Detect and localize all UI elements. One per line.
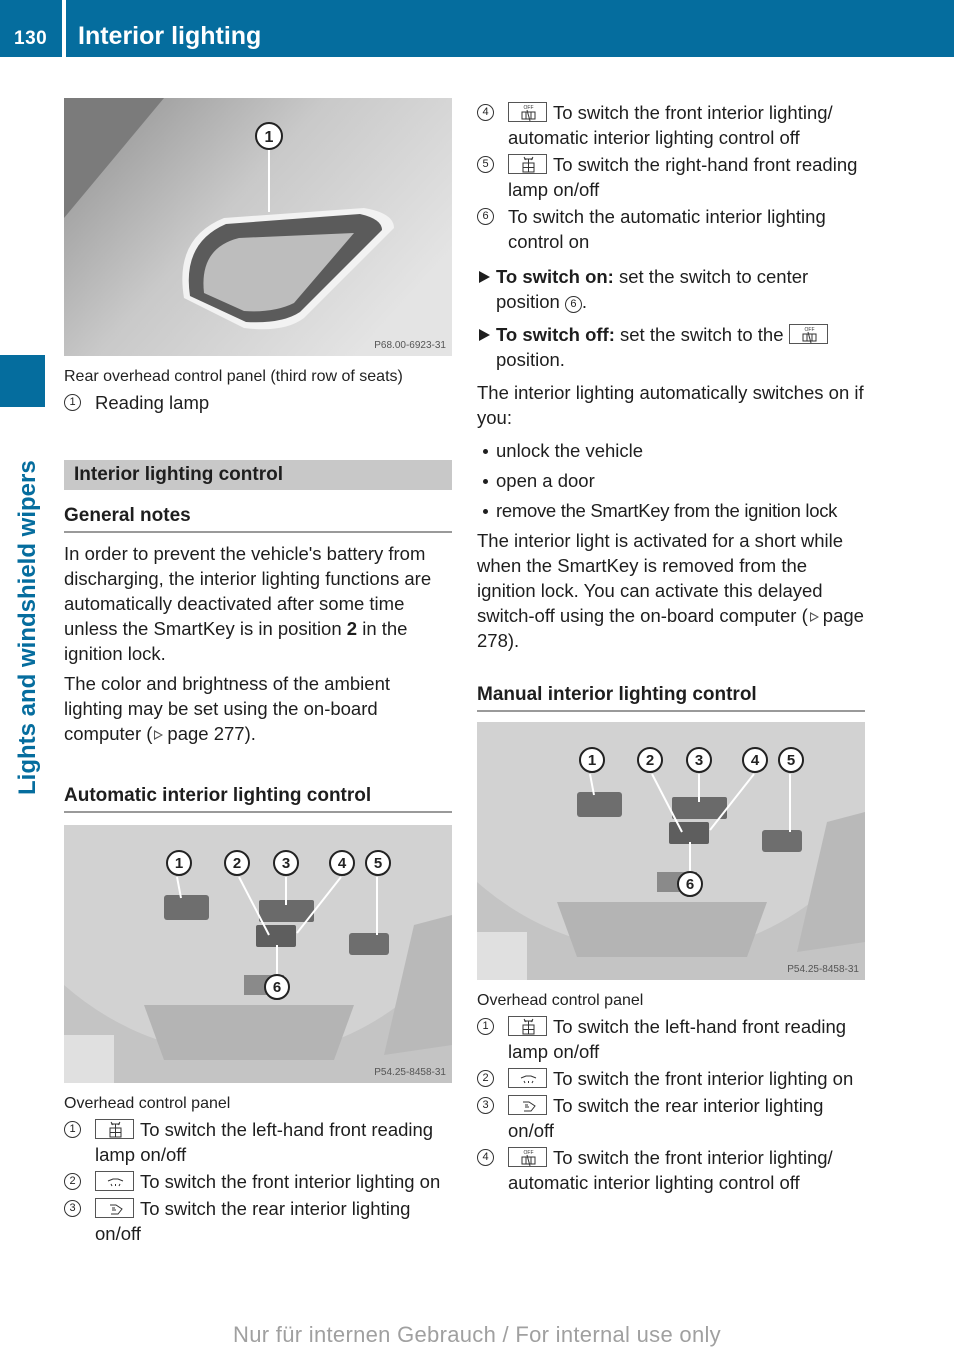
photo-callout: 2: [646, 752, 654, 769]
callout-number: 6: [477, 208, 494, 225]
photo-callout: 5: [787, 752, 795, 769]
header-divider: [62, 0, 66, 57]
photo-code: P54.25-8458-31: [787, 964, 859, 975]
overhead-control-panel-photo: 1 2 3 4 5 6 P54.25-8458-31: [477, 722, 865, 980]
paragraph: In order to prevent the vehicle's batter…: [64, 543, 432, 664]
photo-callout: 2: [233, 855, 241, 872]
page-number: 130: [14, 28, 48, 49]
callout-number: 3: [64, 1200, 81, 1217]
callout-number: 2: [64, 1173, 81, 1190]
photo-code: P68.00-6923-31: [374, 340, 446, 351]
photo-callout: 4: [338, 855, 347, 872]
callout-number: 5: [477, 156, 494, 173]
legend-item: 1 To switch the left-hand front reading …: [477, 1014, 865, 1064]
reading-lamp-icon: [95, 1119, 134, 1139]
interior-light-off-icon: OFF: [508, 102, 547, 122]
paragraph: The interior lighting automatically swit…: [477, 382, 864, 428]
section-title: Interior lighting control: [64, 460, 452, 490]
photo-callout: 1: [265, 129, 274, 146]
photo-callout: 5: [374, 855, 382, 872]
page-reference-link[interactable]: page 277: [167, 723, 244, 744]
photo-callout: 1: [588, 752, 596, 769]
photo-callout: 3: [695, 752, 703, 769]
callout-number: 6: [564, 296, 582, 313]
overhead-control-panel-photo: 1 2 3 4 5 6 P54.25-8458-31: [64, 825, 452, 1083]
legend-item: 3 To switch the rear interior lighting o…: [64, 1196, 452, 1246]
bullet-item: unlock the vehicle: [477, 438, 865, 463]
svg-text:OFF: OFF: [804, 327, 814, 333]
legend-item: 2 To switch the front interior lighting …: [477, 1066, 865, 1091]
bullet-item: open a door: [477, 468, 865, 493]
svg-text:OFF: OFF: [524, 1150, 534, 1156]
photo-callout: 1: [175, 855, 183, 872]
legend-text: To switch the right-hand front reading l…: [508, 154, 858, 200]
legend-text: To switch the front interior lighting on: [553, 1068, 854, 1089]
callout-number: 1: [64, 1121, 81, 1138]
callout-number: 1: [477, 1018, 494, 1035]
page-title: Interior lighting: [78, 22, 262, 50]
page-ref-icon: [154, 730, 164, 740]
photo-callout: 6: [273, 979, 281, 996]
page-header: 130 Interior lighting: [0, 0, 954, 57]
interior-light-off-icon: OFF: [788, 324, 828, 344]
legend-text: To switch the left-hand front reading la…: [508, 1016, 847, 1062]
photo-caption: Overhead control panel: [477, 992, 644, 1009]
legend-text: Reading lamp: [95, 392, 210, 413]
legend-text: To switch the front interior lighting on: [140, 1171, 441, 1192]
left-column: 1 P68.00-6923-31 Rear overhead control p…: [64, 98, 452, 1246]
photo-caption: Overhead control panel: [64, 1095, 231, 1112]
chapter-label: Lights and windshield wipers: [14, 460, 41, 795]
subheading-manual-control: Manual interior lighting control: [477, 681, 865, 712]
photo-callout: 3: [282, 855, 290, 872]
front-interior-light-icon: [508, 1068, 547, 1088]
legend-item: 1 Reading lamp: [64, 390, 452, 415]
chapter-tab-marker: [0, 355, 45, 407]
legend-text: To switch the rear interior lighting on/…: [508, 1095, 824, 1141]
photo-callout: 6: [686, 876, 694, 893]
callout-number: 1: [64, 394, 81, 411]
rear-interior-light-icon: [508, 1095, 547, 1115]
step-arrow-icon: [479, 271, 490, 283]
photo-code: P54.25-8458-31: [374, 1067, 446, 1078]
reading-lamp-icon: [508, 1016, 547, 1036]
callout-number: 2: [477, 1070, 494, 1087]
callout-number: 4: [477, 104, 494, 121]
right-column: 4 OFF To switch the front interior lighti…: [477, 100, 865, 1195]
page-ref-icon: [809, 612, 819, 622]
legend-item: 2 To switch the front interior lighting …: [64, 1169, 452, 1194]
legend-text: To switch the automatic interior lightin…: [508, 206, 826, 252]
legend-item: 3 To switch the rear interior lighting o…: [477, 1093, 865, 1143]
paragraph: The color and brightness of the ambient …: [64, 673, 390, 744]
instruction-step: To switch off: set the switch to the OFF…: [477, 322, 865, 372]
legend-text: To switch the front interior lighting/ a…: [508, 102, 833, 148]
legend-item: 1 To switch the left-hand front reading …: [64, 1117, 452, 1167]
reading-lamp-icon: [508, 154, 547, 174]
callout-number: 4: [477, 1149, 494, 1166]
step-arrow-icon: [479, 329, 490, 341]
legend-text: To switch the rear interior lighting on/…: [95, 1198, 411, 1244]
photo-callout: 4: [751, 752, 760, 769]
legend-item: 6 To switch the automatic interior light…: [477, 204, 865, 254]
front-interior-light-icon: [95, 1171, 134, 1191]
legend-item: 4 OFF To switch the front interior lighti…: [477, 1145, 865, 1195]
photo-caption: Rear overhead control panel (third row o…: [64, 368, 403, 385]
paragraph: The interior light is activated for a sh…: [477, 530, 864, 651]
callout-number: 3: [477, 1097, 494, 1114]
subheading-automatic-control: Automatic interior lighting control: [64, 782, 452, 813]
bullet-item: remove the SmartKey from the ignition lo…: [477, 498, 865, 523]
legend-item: 4 OFF To switch the front interior lighti…: [477, 100, 865, 150]
instruction-step: To switch on: set the switch to center p…: [477, 264, 865, 314]
interior-light-off-icon: OFF: [508, 1147, 547, 1167]
watermark-footer: Nur für internen Gebrauch / For internal…: [233, 1322, 721, 1347]
rear-overhead-panel-photo: 1 P68.00-6923-31: [64, 98, 452, 356]
rear-interior-light-icon: [95, 1198, 134, 1218]
legend-text: To switch the left-hand front reading la…: [95, 1119, 434, 1165]
legend-text: To switch the front interior lighting/ a…: [508, 1147, 833, 1193]
svg-text:OFF: OFF: [524, 105, 534, 111]
subheading-general-notes: General notes: [64, 502, 452, 533]
legend-item: 5 To switch the right-hand front reading…: [477, 152, 865, 202]
